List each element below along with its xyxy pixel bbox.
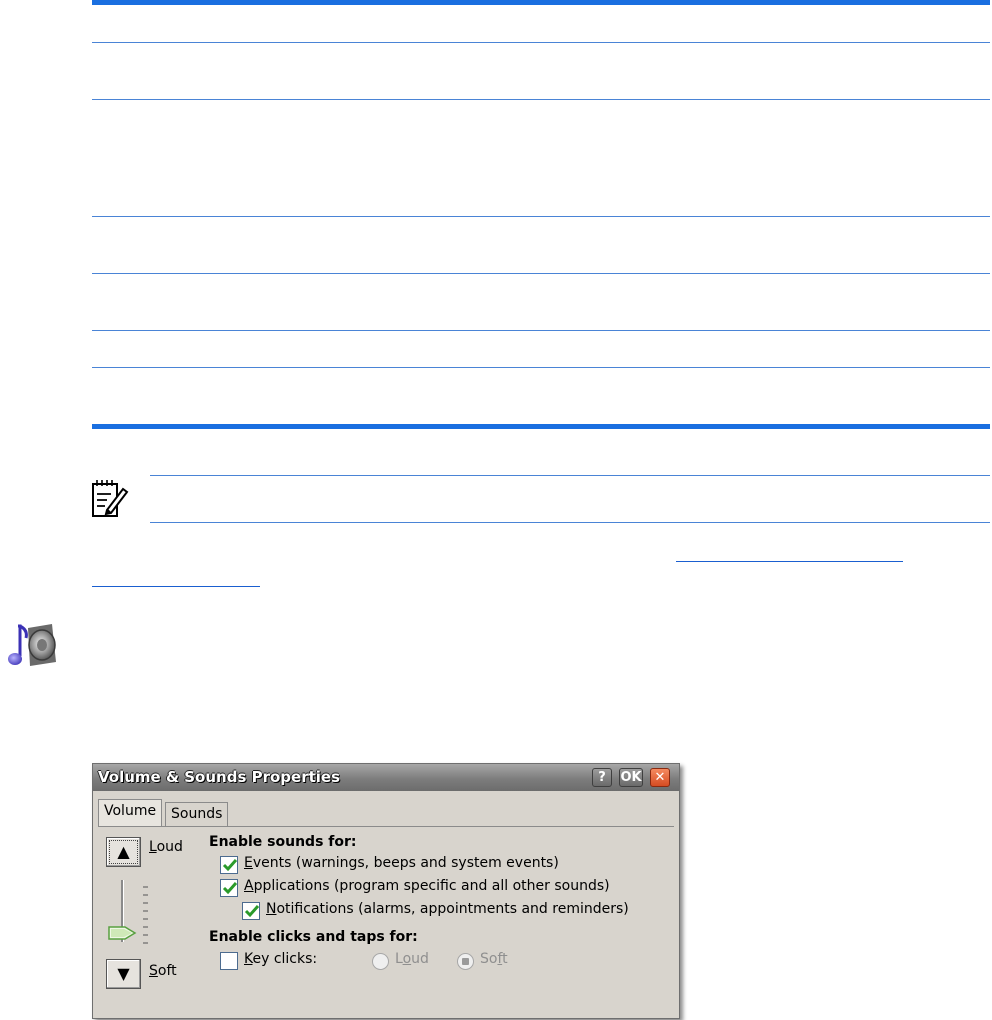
tab-panel-border	[98, 826, 674, 827]
volume-sounds-dialog: Volume & Sounds Properties ? OK ✕ Volume…	[92, 763, 680, 1019]
table-row-divider	[92, 216, 990, 217]
tab-sounds[interactable]: Sounds	[165, 802, 229, 826]
notifications-checkbox[interactable]	[242, 902, 260, 920]
checkmark-icon	[222, 859, 238, 872]
table-row-divider	[92, 273, 990, 274]
close-icon: ✕	[654, 770, 666, 785]
radio-selected-dot	[462, 958, 469, 965]
table-row-divider	[92, 42, 990, 43]
notifications-label: Notifications (alarms, appointments and …	[266, 901, 629, 917]
ok-button-label: OK	[620, 770, 642, 785]
note-top-rule	[150, 475, 990, 476]
enable-clicks-heading: Enable clicks and taps for:	[209, 929, 418, 945]
hyperlink-continued[interactable]	[92, 586, 260, 587]
table-top-rule	[92, 0, 990, 5]
applications-label: Applications (program specific and all o…	[244, 878, 610, 894]
focus-outline	[109, 840, 138, 864]
key-clicks-soft-label: Soft	[480, 951, 508, 967]
help-button[interactable]: ?	[592, 768, 612, 787]
key-clicks-soft-radio[interactable]	[457, 953, 474, 970]
key-clicks-label: Key clicks:	[244, 951, 318, 967]
checkmark-icon	[222, 882, 238, 895]
dialog-title: Volume & Sounds Properties	[98, 768, 341, 786]
arrow-down-icon: ▼	[117, 964, 130, 983]
dialog-titlebar: Volume & Sounds Properties ? OK ✕	[93, 764, 679, 791]
help-icon: ?	[598, 770, 606, 785]
table-row-divider	[92, 99, 990, 100]
table-row-divider	[92, 367, 990, 368]
hyperlink[interactable]	[676, 561, 903, 562]
slider-ticks	[143, 886, 148, 944]
note-bottom-rule	[150, 522, 990, 523]
key-clicks-loud-label: Loud	[395, 951, 429, 967]
loud-label: Loud	[149, 839, 183, 855]
checkmark-icon	[244, 905, 260, 918]
table-bottom-rule	[92, 424, 990, 429]
table-row-divider	[92, 330, 990, 331]
enable-sounds-heading: Enable sounds for:	[209, 834, 357, 850]
applications-checkbox[interactable]	[220, 879, 238, 897]
key-clicks-checkbox[interactable]	[220, 952, 238, 970]
events-checkbox[interactable]	[220, 856, 238, 874]
tab-volume[interactable]: Volume	[98, 799, 163, 826]
close-button[interactable]: ✕	[650, 768, 670, 787]
note-icon	[90, 477, 130, 519]
slider-thumb[interactable]	[107, 925, 137, 941]
soft-label: Soft	[149, 963, 177, 979]
sound-speaker-icon	[4, 622, 60, 672]
volume-down-button[interactable]: ▼	[106, 959, 141, 989]
events-label: Events (warnings, beeps and system event…	[244, 855, 559, 871]
key-clicks-loud-radio[interactable]	[372, 953, 389, 970]
ok-button[interactable]: OK	[619, 768, 643, 787]
volume-slider[interactable]	[107, 876, 151, 948]
tab-volume-label: Volume	[104, 803, 157, 819]
volume-up-button[interactable]: ▲	[106, 837, 141, 867]
tab-sounds-label: Sounds	[171, 806, 223, 822]
